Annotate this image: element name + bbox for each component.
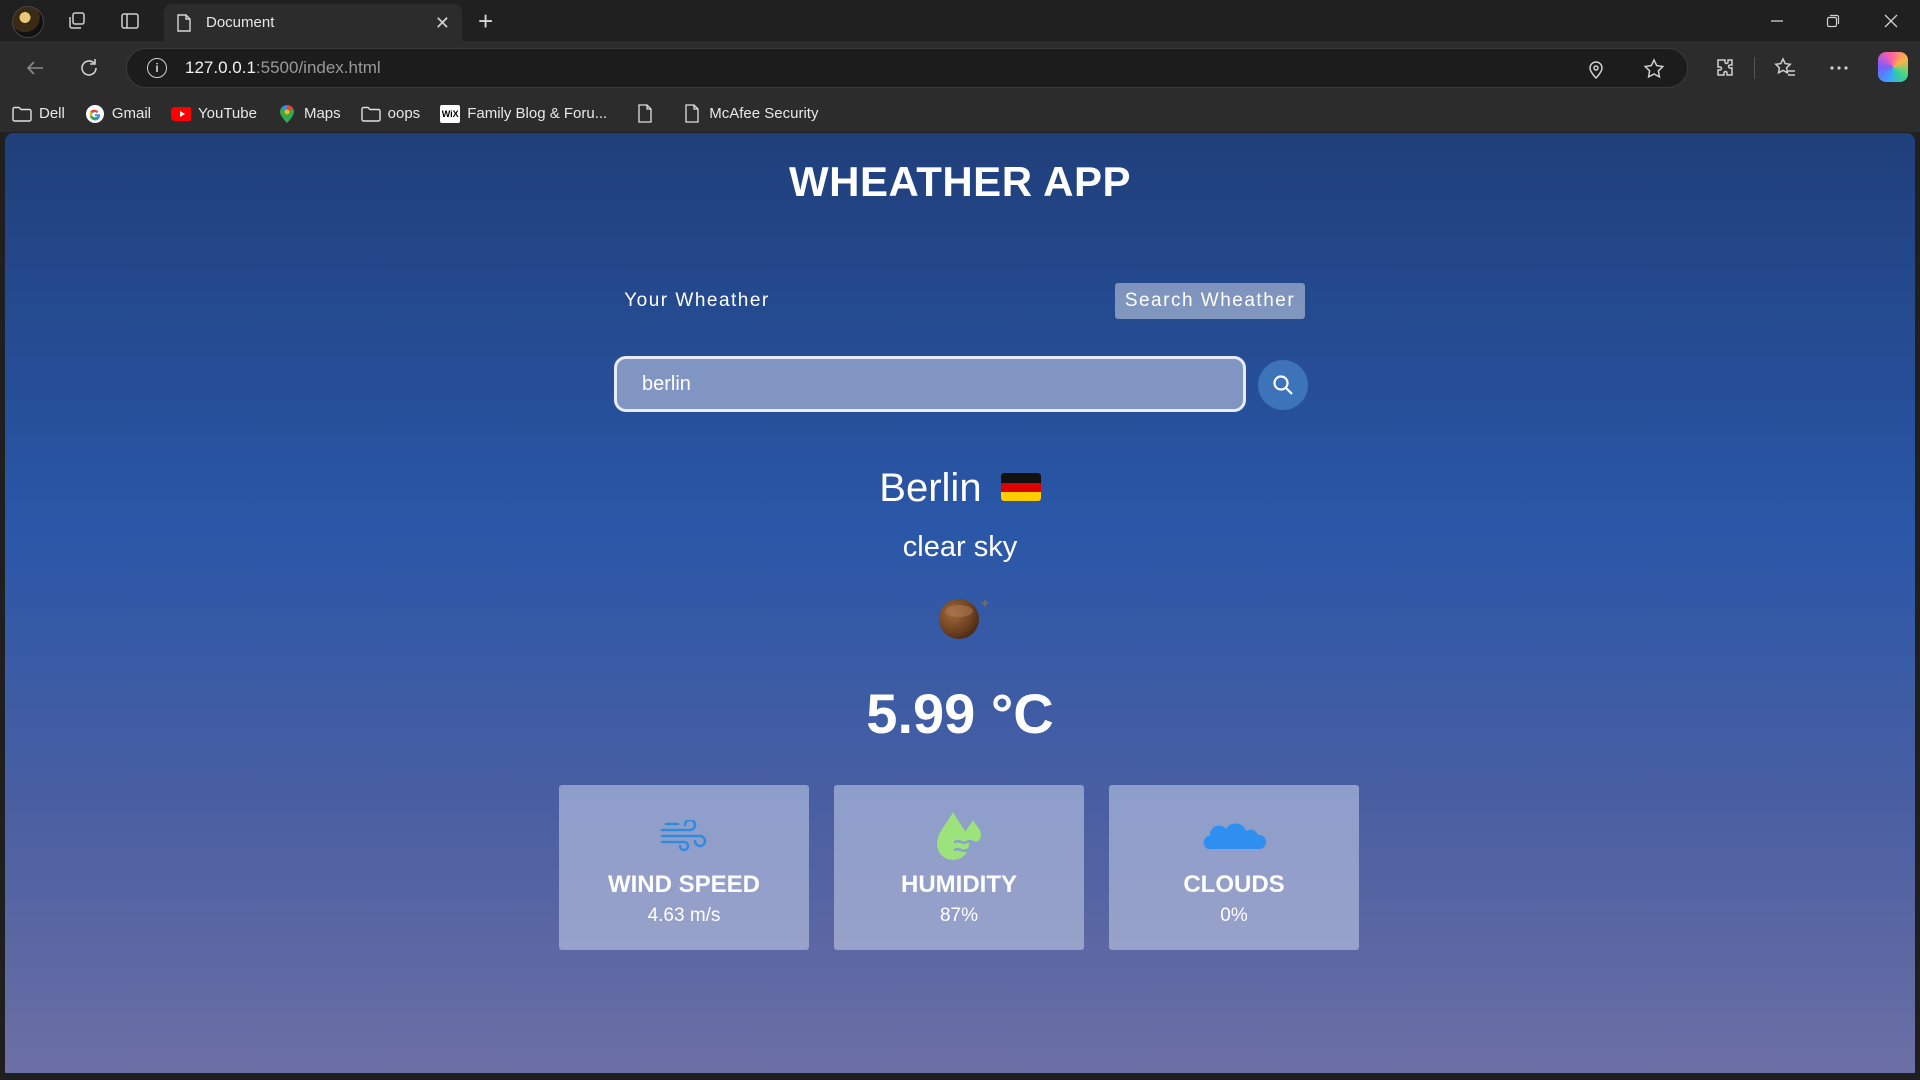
bookmark-oops[interactable]: oops <box>360 104 421 124</box>
bookmark-label: Dell <box>39 105 65 122</box>
bookmark-dell[interactable]: Dell <box>12 104 65 124</box>
bookmark-label: McAfee Security <box>709 105 819 122</box>
card-title: WIND SPEED <box>607 871 760 898</box>
card-title: CLOUDS <box>1183 871 1285 898</box>
close-window-icon[interactable] <box>1876 8 1906 34</box>
maps-pin-icon <box>277 104 297 124</box>
restore-icon[interactable] <box>1818 8 1848 34</box>
site-info-icon[interactable]: i <box>147 58 167 78</box>
bookmark-label: Maps <box>303 105 341 122</box>
bookmark-label: oops <box>387 105 421 122</box>
humidity-value: 87% <box>939 905 979 926</box>
germany-flag-icon <box>1000 473 1041 502</box>
humidity-drop-icon <box>937 812 981 860</box>
bookmark-untitled[interactable] <box>635 104 662 124</box>
tab-title: Document <box>206 14 275 31</box>
wind-speed-value: 4.63 m/s <box>647 905 721 926</box>
app-title: WHEATHER APP <box>789 158 1131 205</box>
weather-details: WIND SPEED 4.63 m/s HUMIDITY 87% CLOUDS … <box>559 785 1359 950</box>
document-icon <box>177 13 191 32</box>
wind-speed-card: WIND SPEED 4.63 m/s <box>559 785 809 950</box>
back-icon[interactable] <box>20 53 50 83</box>
clouds-value: 0% <box>1220 905 1248 926</box>
page-icon <box>682 104 702 124</box>
folder-icon <box>360 104 381 124</box>
browser-toolbar: i 127.0.0.1:5500/index.html <box>0 41 1920 95</box>
minimize-icon[interactable] <box>1762 8 1792 34</box>
cloud-icon <box>1203 823 1266 849</box>
browser-tab[interactable]: Document ✕ <box>164 4 462 41</box>
copilot-icon[interactable] <box>1878 52 1908 82</box>
bookmarks-bar: Dell Gmail YouTube Maps oops WiX Family … <box>0 95 1920 132</box>
youtube-icon <box>171 104 192 124</box>
clouds-card: CLOUDS 0% <box>1109 785 1359 950</box>
address-bar[interactable]: i 127.0.0.1:5500/index.html <box>126 48 1688 88</box>
tab-actions-icon[interactable] <box>117 8 143 34</box>
search-button[interactable] <box>1258 360 1308 410</box>
browser-titlebar: Document ✕ + <box>0 0 1920 41</box>
wix-icon: WiX <box>440 104 461 124</box>
card-title: HUMIDITY <box>901 871 1017 898</box>
city-heading: Berlin <box>5 466 1915 511</box>
bookmark-maps[interactable]: Maps <box>277 104 341 124</box>
tab-your-weather[interactable]: Your Wheather <box>619 283 775 319</box>
page-icon <box>635 104 655 124</box>
bookmark-mcafee[interactable]: McAfee Security <box>682 104 818 124</box>
profile-avatar[interactable] <box>12 6 44 38</box>
favorite-star-icon[interactable] <box>1643 49 1665 89</box>
clear-sky-night-icon <box>939 599 990 639</box>
new-tab-icon[interactable]: + <box>478 6 493 37</box>
city-search-input[interactable] <box>614 356 1246 412</box>
wind-icon <box>660 820 707 852</box>
page-viewport: WHEATHER APP Your Wheather Search Wheath… <box>5 133 1915 1073</box>
bookmark-label: Family Blog & Foru... <box>467 105 608 122</box>
search-icon <box>1273 375 1293 395</box>
more-menu-icon[interactable] <box>1824 53 1854 83</box>
bookmark-gmail[interactable]: Gmail <box>85 104 151 124</box>
url-host: 127.0.0.1 <box>185 58 256 77</box>
weather-description: clear sky <box>902 531 1018 563</box>
refresh-icon[interactable] <box>74 53 104 83</box>
folder-icon <box>12 104 32 124</box>
bookmark-youtube[interactable]: YouTube <box>171 104 257 124</box>
url-path: :5500/index.html <box>255 58 381 77</box>
extensions-icon[interactable] <box>1710 53 1740 83</box>
tab-search-weather[interactable]: Search Wheather <box>1115 283 1305 319</box>
bookmark-label: YouTube <box>198 105 257 122</box>
workspaces-icon[interactable] <box>64 8 90 34</box>
bookmark-label: Gmail <box>111 105 152 122</box>
favorites-icon[interactable] <box>1770 53 1800 83</box>
temperature: 5.99 °C <box>866 682 1054 745</box>
location-icon[interactable] <box>1587 49 1605 89</box>
bookmark-family-blog[interactable]: WiX Family Blog & Foru... <box>440 104 607 124</box>
close-tab-icon[interactable]: ✕ <box>435 14 450 32</box>
humidity-card: HUMIDITY 87% <box>834 785 1084 950</box>
city-name: Berlin <box>879 466 982 510</box>
google-icon <box>85 104 105 124</box>
toolbar-separator <box>1754 57 1755 79</box>
